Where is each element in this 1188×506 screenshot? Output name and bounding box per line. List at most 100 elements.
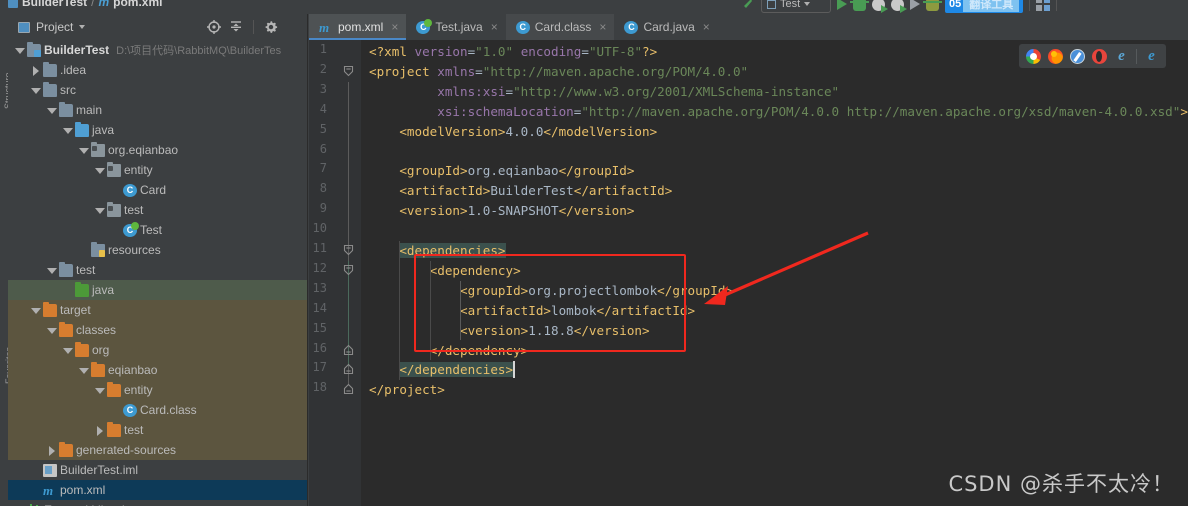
translate-plugin-badge[interactable]: 05 翻译工具: [945, 0, 1024, 13]
panel-divider: [253, 20, 254, 34]
chevron-down-icon[interactable]: [30, 85, 41, 96]
chevron-down-icon[interactable]: [62, 125, 73, 136]
chevron-down-icon[interactable]: [94, 205, 105, 216]
tree-node-label: pom.xml: [60, 483, 106, 497]
editor-tab-bar: m pom.xml × C Test.java × C Card.class × C Card.ja…: [309, 14, 1188, 40]
profile-icon[interactable]: [891, 0, 907, 13]
tree-node-entity[interactable]: entity: [8, 380, 307, 400]
safari-icon[interactable]: [1070, 48, 1085, 64]
stop-icon[interactable]: [910, 0, 920, 10]
run-configuration-selector[interactable]: Test: [761, 0, 831, 13]
tree-node-buildertest-iml[interactable]: BuilderTest.iml: [8, 460, 307, 480]
chevron-down-icon[interactable]: [78, 145, 89, 156]
code-token: <dependencies>: [399, 243, 506, 258]
tree-node-card[interactable]: C Card: [8, 180, 307, 200]
tree-node-label: entity: [124, 383, 153, 397]
code-line-18: </project>: [369, 380, 445, 400]
code-token: <?xml: [369, 44, 415, 59]
chevron-right-icon[interactable]: [46, 445, 57, 456]
browser-preview-bar: e e: [1019, 44, 1166, 68]
close-icon[interactable]: ×: [599, 20, 606, 34]
tree-node-src[interactable]: src: [8, 80, 307, 100]
tree-node-org-eqianbao[interactable]: org.eqianbao: [8, 140, 307, 160]
settings-gear-icon[interactable]: [263, 19, 279, 35]
editor-tab-pom-xml[interactable]: m pom.xml ×: [309, 14, 407, 40]
back-arrow-icon[interactable]: [740, 0, 755, 12]
chevron-down-icon[interactable]: [94, 385, 105, 396]
code-content[interactable]: <?xml version="1.0" encoding="UTF-8"?> <p…: [361, 40, 1188, 506]
code-token: <dependency>: [429, 262, 521, 278]
fold-column[interactable]: [342, 40, 356, 506]
line-number: 10: [312, 221, 327, 236]
tree-node-generated-sources[interactable]: generated-sources: [8, 440, 307, 460]
internet-explorer-icon[interactable]: e: [1114, 48, 1129, 64]
chevron-down-icon[interactable]: [78, 365, 89, 376]
code-token: "http://maven.apache.org/POM/4.0.0 http:…: [581, 103, 1181, 119]
breadcrumb-project[interactable]: BuilderTest: [22, 0, 87, 9]
tree-node-test[interactable]: test: [8, 420, 307, 440]
run-button-icon[interactable]: [837, 0, 847, 10]
tree-node-test[interactable]: C Test: [8, 220, 307, 240]
indent-guide: [399, 241, 401, 381]
tree-node-java[interactable]: java: [8, 120, 307, 140]
line-number: 7: [319, 161, 327, 176]
chevron-down-icon[interactable]: [46, 265, 57, 276]
editor-tab-card-class[interactable]: C Card.class ×: [505, 14, 615, 40]
tree-node-test[interactable]: test: [8, 260, 307, 280]
chevron-right-icon[interactable]: [30, 65, 41, 76]
fold-collapse-icon[interactable]: [343, 64, 354, 77]
tree-node-external-libraries[interactable]: External Libraries: [8, 500, 307, 506]
fold-collapse-icon[interactable]: [343, 243, 354, 256]
chrome-icon[interactable]: [1026, 48, 1041, 64]
module-icon: [27, 41, 41, 57]
locate-icon[interactable]: [206, 19, 222, 35]
layout-icon[interactable]: [1036, 0, 1051, 11]
left-tool-window-bar: Structure Favorites: [0, 14, 8, 506]
breadcrumb-file[interactable]: pom.xml: [113, 0, 162, 9]
opera-icon[interactable]: [1092, 48, 1107, 64]
chevron-down-icon[interactable]: [14, 45, 25, 56]
tree-node-label: eqianbao: [108, 363, 158, 377]
fold-expand-icon[interactable]: [343, 362, 354, 375]
firefox-icon[interactable]: [1048, 48, 1063, 64]
tree-node-main[interactable]: main: [8, 100, 307, 120]
tree-node-java[interactable]: java: [8, 280, 307, 300]
project-tree[interactable]: BuilderTest D:\项目代码\RabbitMQ\BuilderTes .i…: [8, 40, 307, 506]
close-icon[interactable]: ×: [391, 20, 398, 34]
fold-expand-icon[interactable]: [343, 382, 354, 395]
code-editor[interactable]: 1 2 3 4 5 6 7 8 9 10 11 12 13 14 15 16 17 18 <?xml versio…: [309, 40, 1188, 506]
chevron-right-icon[interactable]: [94, 425, 105, 436]
tree-node-eqianbao[interactable]: eqianbao: [8, 360, 307, 380]
tree-node-buildertest[interactable]: BuilderTest D:\项目代码\RabbitMQ\BuilderTes: [8, 40, 307, 60]
tree-node-classes[interactable]: classes: [8, 320, 307, 340]
tree-node-card-class[interactable]: C Card.class: [8, 400, 307, 420]
editor-tab-card-java[interactable]: C Card.java ×: [614, 14, 718, 40]
fold-collapse-icon[interactable]: [343, 263, 354, 276]
editor-gutter[interactable]: 1 2 3 4 5 6 7 8 9 10 11 12 13 14 15 16 17 18: [309, 40, 361, 506]
collapse-all-icon[interactable]: [228, 19, 244, 35]
chevron-down-icon[interactable]: [46, 325, 57, 336]
run-with-coverage-icon[interactable]: [872, 0, 888, 13]
hide-icon[interactable]: [285, 19, 301, 35]
chevron-down-icon[interactable]: [62, 345, 73, 356]
project-title-dropdown[interactable]: Project: [18, 20, 86, 34]
edge-icon[interactable]: e: [1144, 48, 1159, 64]
tree-node-test[interactable]: test: [8, 200, 307, 220]
fold-expand-icon[interactable]: [343, 343, 354, 355]
chevron-down-icon[interactable]: [46, 105, 57, 116]
tree-node-org[interactable]: org: [8, 340, 307, 360]
line-number: 8: [319, 181, 327, 196]
chevron-down-icon[interactable]: [30, 305, 41, 316]
chevron-down-icon[interactable]: [94, 165, 105, 176]
build-icon[interactable]: [923, 0, 942, 11]
tree-node-entity[interactable]: entity: [8, 160, 307, 180]
tree-node-target[interactable]: target: [8, 300, 307, 320]
editor-tab-test-java[interactable]: C Test.java ×: [406, 14, 506, 40]
close-icon[interactable]: ×: [703, 20, 710, 34]
tree-node-resources[interactable]: resources: [8, 240, 307, 260]
tree-node--idea[interactable]: .idea: [8, 60, 307, 80]
tree-node-pom-xml[interactable]: m pom.xml: [8, 480, 307, 500]
debug-button-icon[interactable]: [850, 0, 869, 11]
close-icon[interactable]: ×: [491, 20, 498, 34]
